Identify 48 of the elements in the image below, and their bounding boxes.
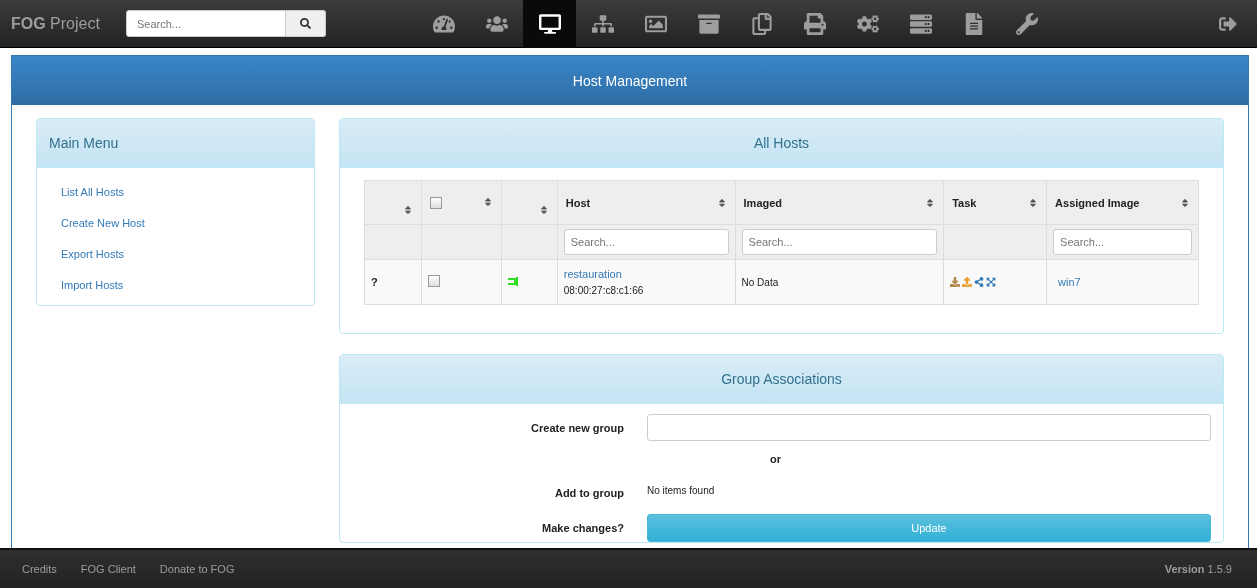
filter-field[interactable]: Search... xyxy=(741,229,938,255)
panel-title: Group Associations xyxy=(340,355,1223,404)
checkbox[interactable] xyxy=(429,196,442,209)
status-icon xyxy=(507,277,518,286)
sort-icon xyxy=(1180,197,1190,208)
brand-logo[interactable]: FOG Project xyxy=(0,14,126,33)
menu-link[interactable]: List All Hosts xyxy=(61,186,290,198)
footer-link[interactable]: FOG Client xyxy=(80,563,136,575)
status-text: ? xyxy=(371,276,378,288)
footer-link[interactable]: Credits xyxy=(22,563,57,575)
host-link[interactable]: restauration xyxy=(563,268,729,280)
group-name-field[interactable] xyxy=(647,414,1211,441)
no-items-text: No items found xyxy=(647,484,716,496)
page-title: Host Management xyxy=(12,56,1248,105)
column-header[interactable]: Imaged xyxy=(735,180,944,225)
version-text: Version 1.5.9 xyxy=(1164,563,1232,575)
sort-icon xyxy=(1028,197,1039,208)
search-icon xyxy=(300,18,311,29)
sort-icon xyxy=(402,204,413,215)
footer-link[interactable]: Donate to FOG xyxy=(159,563,235,575)
panel-title: All Hosts xyxy=(340,119,1223,168)
panel-title: Main Menu xyxy=(37,119,314,168)
sort-icon xyxy=(538,204,549,215)
expand-icon[interactable] xyxy=(986,277,997,287)
monitor-icon[interactable] xyxy=(523,0,576,48)
mac-address: 08:00:27:c8:c1:66 xyxy=(563,285,645,296)
column-header[interactable]: Host xyxy=(557,180,736,225)
field-label: Make changes? xyxy=(541,522,624,534)
imaged-text: No Data xyxy=(741,277,779,288)
column-header[interactable]: Assigned Image xyxy=(1046,180,1199,225)
share-icon[interactable] xyxy=(974,277,985,287)
menu-link[interactable]: Export Hosts xyxy=(61,248,290,260)
search-field[interactable]: Search... xyxy=(126,10,286,37)
sort-icon xyxy=(482,196,493,207)
filter-field[interactable]: Search... xyxy=(563,229,729,255)
field-label: Add to group xyxy=(553,486,624,499)
menu-link[interactable]: Create New Host xyxy=(61,217,290,229)
image-link[interactable]: win7 xyxy=(1058,276,1081,288)
filter-field[interactable]: Search... xyxy=(1053,229,1192,255)
sort-icon xyxy=(716,197,727,208)
download-icon[interactable] xyxy=(950,277,961,287)
or-text: or xyxy=(769,452,782,467)
field-label: Create new group xyxy=(530,421,624,434)
search-button[interactable] xyxy=(286,10,326,37)
sort-icon xyxy=(925,197,936,208)
menu-link[interactable]: Import Hosts xyxy=(61,279,290,291)
column-header[interactable]: Task xyxy=(943,180,1047,225)
checkbox[interactable] xyxy=(427,275,440,287)
